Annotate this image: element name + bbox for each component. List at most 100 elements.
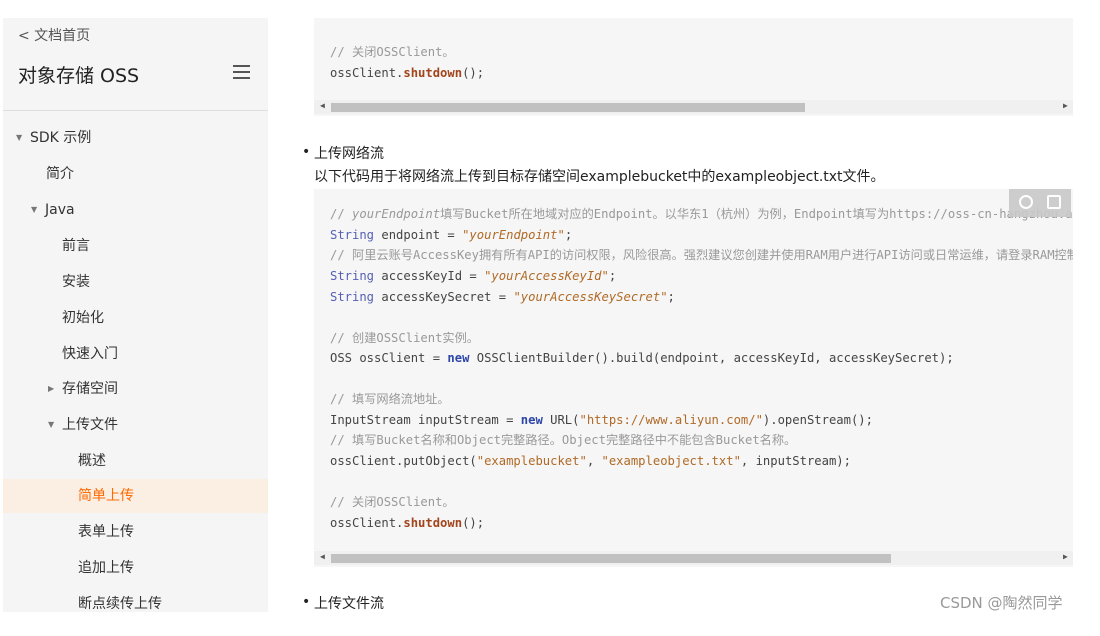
nav-item-bucket[interactable]: ▶ 存储空间 <box>3 372 268 406</box>
nav-item-label: SDK 示例 <box>30 130 92 146</box>
nav-item-install[interactable]: 安装 <box>3 265 268 299</box>
code-text: endpoint = <box>374 228 463 242</box>
nav-item-label: 前言 <box>62 238 90 254</box>
code-text: ossClient. <box>330 66 404 80</box>
nav-item-simple-upload[interactable]: 简单上传 <box>3 479 268 513</box>
theme-toggle-icon[interactable] <box>1019 195 1033 209</box>
nav-item-label: 初始化 <box>62 310 104 326</box>
code-comment: // 关闭OSSClient。 <box>330 45 455 59</box>
code-text: (); <box>462 516 485 530</box>
code-text: ; <box>564 228 573 242</box>
copy-icon[interactable] <box>1047 195 1061 209</box>
nav-item-label: Java <box>45 202 75 218</box>
code-line: InputStream inputStream = new URL("https… <box>330 411 873 429</box>
nav-item-label: 简单上传 <box>78 488 134 504</box>
code-line: ossClient.shutdown(); <box>330 64 484 82</box>
nav-item-append-upload[interactable]: 追加上传 <box>3 551 268 585</box>
code-type: String <box>330 269 375 283</box>
caret-right-icon: ▶ <box>48 384 55 393</box>
caret-down-icon: ▼ <box>31 205 38 214</box>
code-comment: // <box>330 207 353 221</box>
code-text: (); <box>462 66 485 80</box>
code-comment: // 填写Bucket名称和Object完整路径。Object完整路径中不能包含… <box>330 433 797 447</box>
watermark: CSDN @陶然同学 <box>940 594 1063 612</box>
scroll-left-arrow-icon[interactable]: ◀ <box>320 552 325 561</box>
scroll-right-arrow-icon[interactable]: ▶ <box>1063 552 1068 561</box>
code-line: String accessKeyId = "yourAccessKeyId"; <box>330 267 616 285</box>
nav-item-label: 安装 <box>62 274 90 290</box>
code-keyword: new <box>520 413 543 427</box>
nav-item-label: 表单上传 <box>78 524 134 540</box>
code-string: "yourAccessKeySecret" <box>513 290 668 304</box>
horizontal-scrollbar[interactable]: ◀ ▶ <box>314 100 1073 114</box>
nav-item-resumable-upload[interactable]: 断点续传上传 <box>3 587 268 612</box>
scroll-left-arrow-icon[interactable]: ◀ <box>320 101 325 110</box>
section-heading-network-stream: 上传网络流 <box>314 146 384 162</box>
code-text: InputStream inputStream = <box>330 413 521 427</box>
code-method: shutdown <box>403 66 463 80</box>
nav-item-label: 快速入门 <box>62 346 118 362</box>
code-text: , inputStream); <box>740 454 851 468</box>
nav-item-quickstart[interactable]: 快速入门 <box>3 337 268 371</box>
hamburger-menu-icon[interactable] <box>233 65 250 79</box>
code-line: ossClient.shutdown(); <box>330 514 484 532</box>
nav-item-form-upload[interactable]: 表单上传 <box>3 515 268 549</box>
nav-item-overview[interactable]: 概述 <box>3 444 268 478</box>
caret-down-icon: ▼ <box>16 133 23 142</box>
code-comment: // 阿里云账号AccessKey拥有所有API的访问权限，风险很高。强烈建议您… <box>330 248 1073 262</box>
code-string: "examplebucket" <box>476 454 587 468</box>
code-line: ossClient.putObject("examplebucket", "ex… <box>330 452 851 470</box>
code-comment: yourEndpoint <box>352 207 441 221</box>
code-line: OSS ossClient = new OSSClientBuilder().b… <box>330 349 954 367</box>
sidebar-divider <box>3 110 268 111</box>
nav-item-label: 上传文件 <box>62 417 118 433</box>
caret-down-icon: ▼ <box>48 420 55 429</box>
code-toolbar <box>1009 189 1071 217</box>
code-text: ; <box>667 290 675 304</box>
nav-item-label: 断点续传上传 <box>78 596 162 612</box>
sidebar: < 文档首页 对象存储 OSS ▼ SDK 示例 简介 ▼ Java 前言 安装 初… <box>3 18 268 612</box>
code-method: shutdown <box>403 516 463 530</box>
code-text: accessKeySecret = <box>374 290 514 304</box>
code-comment: // 填写网络流地址。 <box>330 392 450 406</box>
code-text: ossClient. <box>330 516 404 530</box>
code-block-upload-network-stream: // yourEndpoint填写Bucket所在地域对应的Endpoint。以… <box>314 189 1073 567</box>
scrollbar-thumb[interactable] <box>331 103 805 112</box>
code-string: "yourAccessKeyId" <box>484 269 609 283</box>
back-to-docs-home-link[interactable]: < 文档首页 <box>18 25 90 45</box>
code-comment: 填写Bucket所在地域对应的Endpoint。以华东1（杭州）为例，Endpo… <box>440 207 1073 221</box>
section-description: 以下代码用于将网络流上传到目标存储空间examplebucket中的exampl… <box>314 169 885 185</box>
nav-item-sdk-examples[interactable]: ▼ SDK 示例 <box>3 121 268 155</box>
bullet-icon: • <box>302 144 311 160</box>
scroll-right-arrow-icon[interactable]: ▶ <box>1063 101 1068 110</box>
code-text: URL( <box>542 413 580 427</box>
code-text: ).openStream(); <box>762 413 873 427</box>
code-block-close-client: // 关闭OSSClient。 ossClient.shutdown(); ◀ … <box>314 18 1073 116</box>
nav-item-label: 存储空间 <box>62 381 118 397</box>
code-string: "exampleobject.txt" <box>601 454 741 468</box>
code-line: // yourEndpoint填写Bucket所在地域对应的Endpoint。以… <box>330 205 1073 223</box>
code-line: String endpoint = "yourEndpoint"; <box>330 226 572 244</box>
code-type: String <box>330 290 375 304</box>
nav-item-label: 简介 <box>46 166 74 182</box>
code-comment: // 关闭OSSClient。 <box>330 495 455 509</box>
product-title: 对象存储 OSS <box>18 65 140 87</box>
nav-item-java[interactable]: ▼ Java <box>3 193 268 227</box>
code-text: , <box>586 454 602 468</box>
code-text: accessKeyId = <box>374 269 485 283</box>
nav-item-upload-file[interactable]: ▼ 上传文件 <box>3 408 268 442</box>
code-comment: // 创建OSSClient实例。 <box>330 331 479 345</box>
scrollbar-thumb[interactable] <box>331 554 891 563</box>
code-line: String accessKeySecret = "yourAccessKeyS… <box>330 288 675 306</box>
code-text: ossClient.putObject( <box>330 454 477 468</box>
code-text: ; <box>608 269 617 283</box>
horizontal-scrollbar[interactable]: ◀ ▶ <box>314 551 1073 565</box>
bullet-icon: • <box>302 594 311 610</box>
code-text: OSSClientBuilder().build(endpoint, acces… <box>469 351 954 365</box>
nav-item-intro[interactable]: 简介 <box>3 157 268 191</box>
nav-item-init[interactable]: 初始化 <box>3 301 268 335</box>
nav-item-label: 概述 <box>78 453 106 469</box>
nav-item-preface[interactable]: 前言 <box>3 229 268 263</box>
code-type: String <box>330 228 375 242</box>
code-string: "https://www.aliyun.com/" <box>579 413 763 427</box>
